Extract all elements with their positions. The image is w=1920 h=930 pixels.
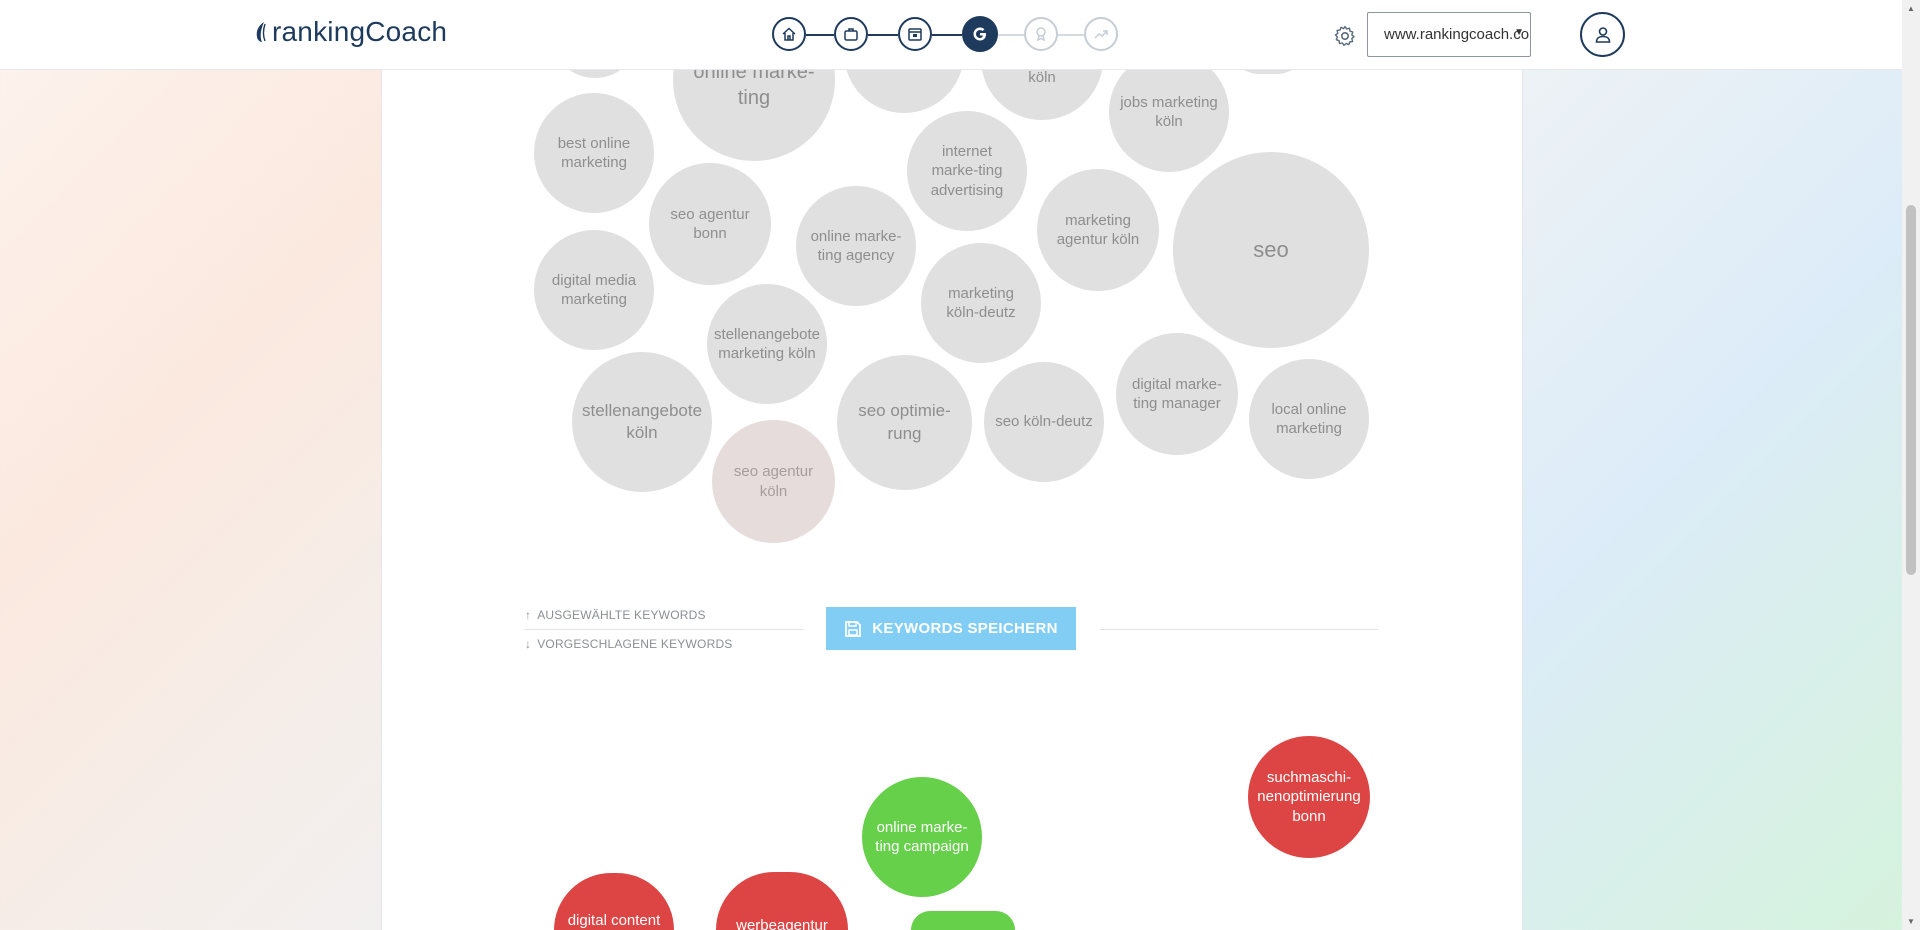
domain-select[interactable]: www.rankingcoach.com ▼ (1367, 12, 1531, 57)
step-business[interactable] (834, 17, 868, 51)
keyword-label: internet marke-ting advertising (930, 142, 1004, 199)
keyword-label: marketing agentur köln (1056, 211, 1140, 249)
keyword-bubble-suggested[interactable] (911, 911, 1015, 930)
keyword-label: marketing köln-deutz (946, 284, 1016, 322)
keyword-label: digital media marketing (551, 271, 637, 309)
save-keywords-button[interactable]: KEYWORDS SPEICHERN (826, 607, 1076, 650)
keyword-bubble[interactable]: digital marke-ting manager (1116, 333, 1238, 455)
keyword-bubble[interactable]: jobs marketing köln (1109, 52, 1229, 172)
keyword-bubble[interactable]: online marke-ting agency (796, 186, 916, 306)
scrollbar-thumb[interactable] (1906, 205, 1916, 575)
keyword-bubble[interactable]: stellenangebote marketing köln (707, 284, 827, 404)
step-connector (1058, 34, 1084, 36)
keyword-bubble[interactable]: seo optimie-rung (837, 355, 972, 490)
keyword-label: local online marketing (1271, 400, 1347, 438)
legend-suggested: ↓ VORGESCHLAGENE KEYWORDS (525, 637, 733, 651)
gear-icon (1334, 25, 1355, 47)
step-google[interactable] (962, 16, 998, 52)
keyword-bubble-suggested[interactable]: online marke-ting campaign (862, 777, 982, 897)
keyword-label: köln (1028, 69, 1056, 87)
keyword-label: seo agentur köln (733, 463, 814, 500)
keyword-label: seo agentur bonn (670, 205, 750, 243)
keyword-bubble[interactable]: seo agentur bonn (649, 163, 771, 285)
keyword-bubble[interactable]: best online marketing (534, 93, 654, 213)
keyword-label: seo (1253, 236, 1289, 262)
user-menu-button[interactable] (1580, 12, 1625, 57)
step-calendar[interactable] (898, 17, 932, 51)
keyword-label: seo optimie-rung (858, 401, 951, 443)
legend-selected-label: AUSGEWÄHLTE KEYWORDS (537, 608, 706, 622)
home-icon (782, 27, 796, 41)
divider (525, 629, 803, 630)
step-connector (998, 34, 1024, 36)
trending-icon (1094, 30, 1108, 39)
keyword-bubble[interactable]: seo agentur köln (712, 420, 835, 543)
keyword-label: jobs marketing köln (1120, 93, 1218, 131)
domain-value: www.rankingcoach.com (1384, 26, 1531, 43)
google-icon (973, 27, 986, 41)
keyword-label: seo köln-deutz (995, 413, 1093, 431)
keyword-bubble[interactable]: marketing köln-deutz (921, 243, 1041, 363)
keyword-bubble[interactable]: local online marketing (1249, 359, 1369, 479)
step-trending[interactable] (1084, 17, 1118, 51)
dropdown-arrow-icon: ▼ (1514, 27, 1524, 38)
award-icon (1036, 27, 1046, 42)
step-connector (932, 34, 962, 36)
logo-icon (256, 22, 266, 42)
keyword-bubble[interactable]: seo köln-deutz (984, 362, 1104, 482)
arrow-up-icon: ↑ (525, 608, 532, 622)
keyword-bubble[interactable]: seo (1173, 152, 1369, 348)
page-scrollbar[interactable]: ▲ ▼ (1902, 0, 1920, 930)
keyword-bubble[interactable]: stellenangebote köln (572, 352, 712, 492)
step-award[interactable] (1024, 17, 1058, 51)
step-home[interactable] (772, 17, 806, 51)
keyword-label: werbeagentur (736, 917, 828, 930)
keyword-label: best online marketing (557, 134, 631, 172)
keyword-label: stellenangebote marketing köln (714, 325, 820, 363)
keyword-bubble-suggested[interactable]: suchmaschi-nenoptimierung bonn (1248, 736, 1370, 858)
keyword-label: digital content (567, 912, 661, 929)
save-keywords-label: KEYWORDS SPEICHERN (872, 620, 1058, 637)
logo-text: rankingCoach (272, 16, 448, 47)
user-icon (1595, 26, 1610, 43)
step-connector (806, 34, 834, 36)
keyword-bubble[interactable]: internet marke-ting advertising (907, 111, 1027, 231)
legend-selected: ↑ AUSGEWÄHLTE KEYWORDS (525, 608, 706, 622)
step-connector (868, 34, 898, 36)
keyword-label: stellenangebote köln (581, 400, 703, 442)
keyword-label: online marke-ting agency (810, 227, 902, 265)
scroll-down-icon[interactable]: ▼ (1907, 917, 1915, 926)
scroll-up-icon[interactable]: ▲ (1907, 4, 1915, 13)
keyword-label: online marke-ting campaign (875, 818, 969, 856)
logo[interactable]: rankingCoach (254, 16, 447, 48)
save-icon (845, 620, 862, 637)
legend-suggested-label: VORGESCHLAGENE KEYWORDS (537, 637, 733, 651)
arrow-down-icon: ↓ (525, 637, 532, 651)
settings-button[interactable] (1333, 24, 1357, 48)
divider (1100, 629, 1378, 630)
calendar-icon (908, 28, 922, 41)
app-header: rankingCoach www.rankingcoach.com ▼ (0, 0, 1902, 70)
keyword-bubble[interactable]: digital media marketing (534, 230, 654, 350)
briefcase-icon (844, 28, 858, 41)
keyword-bubble[interactable]: marketing agentur köln (1037, 169, 1159, 291)
keyword-label: digital marke-ting manager (1131, 375, 1223, 413)
keyword-label: suchmaschi-nenoptimierung bonn (1257, 768, 1361, 825)
